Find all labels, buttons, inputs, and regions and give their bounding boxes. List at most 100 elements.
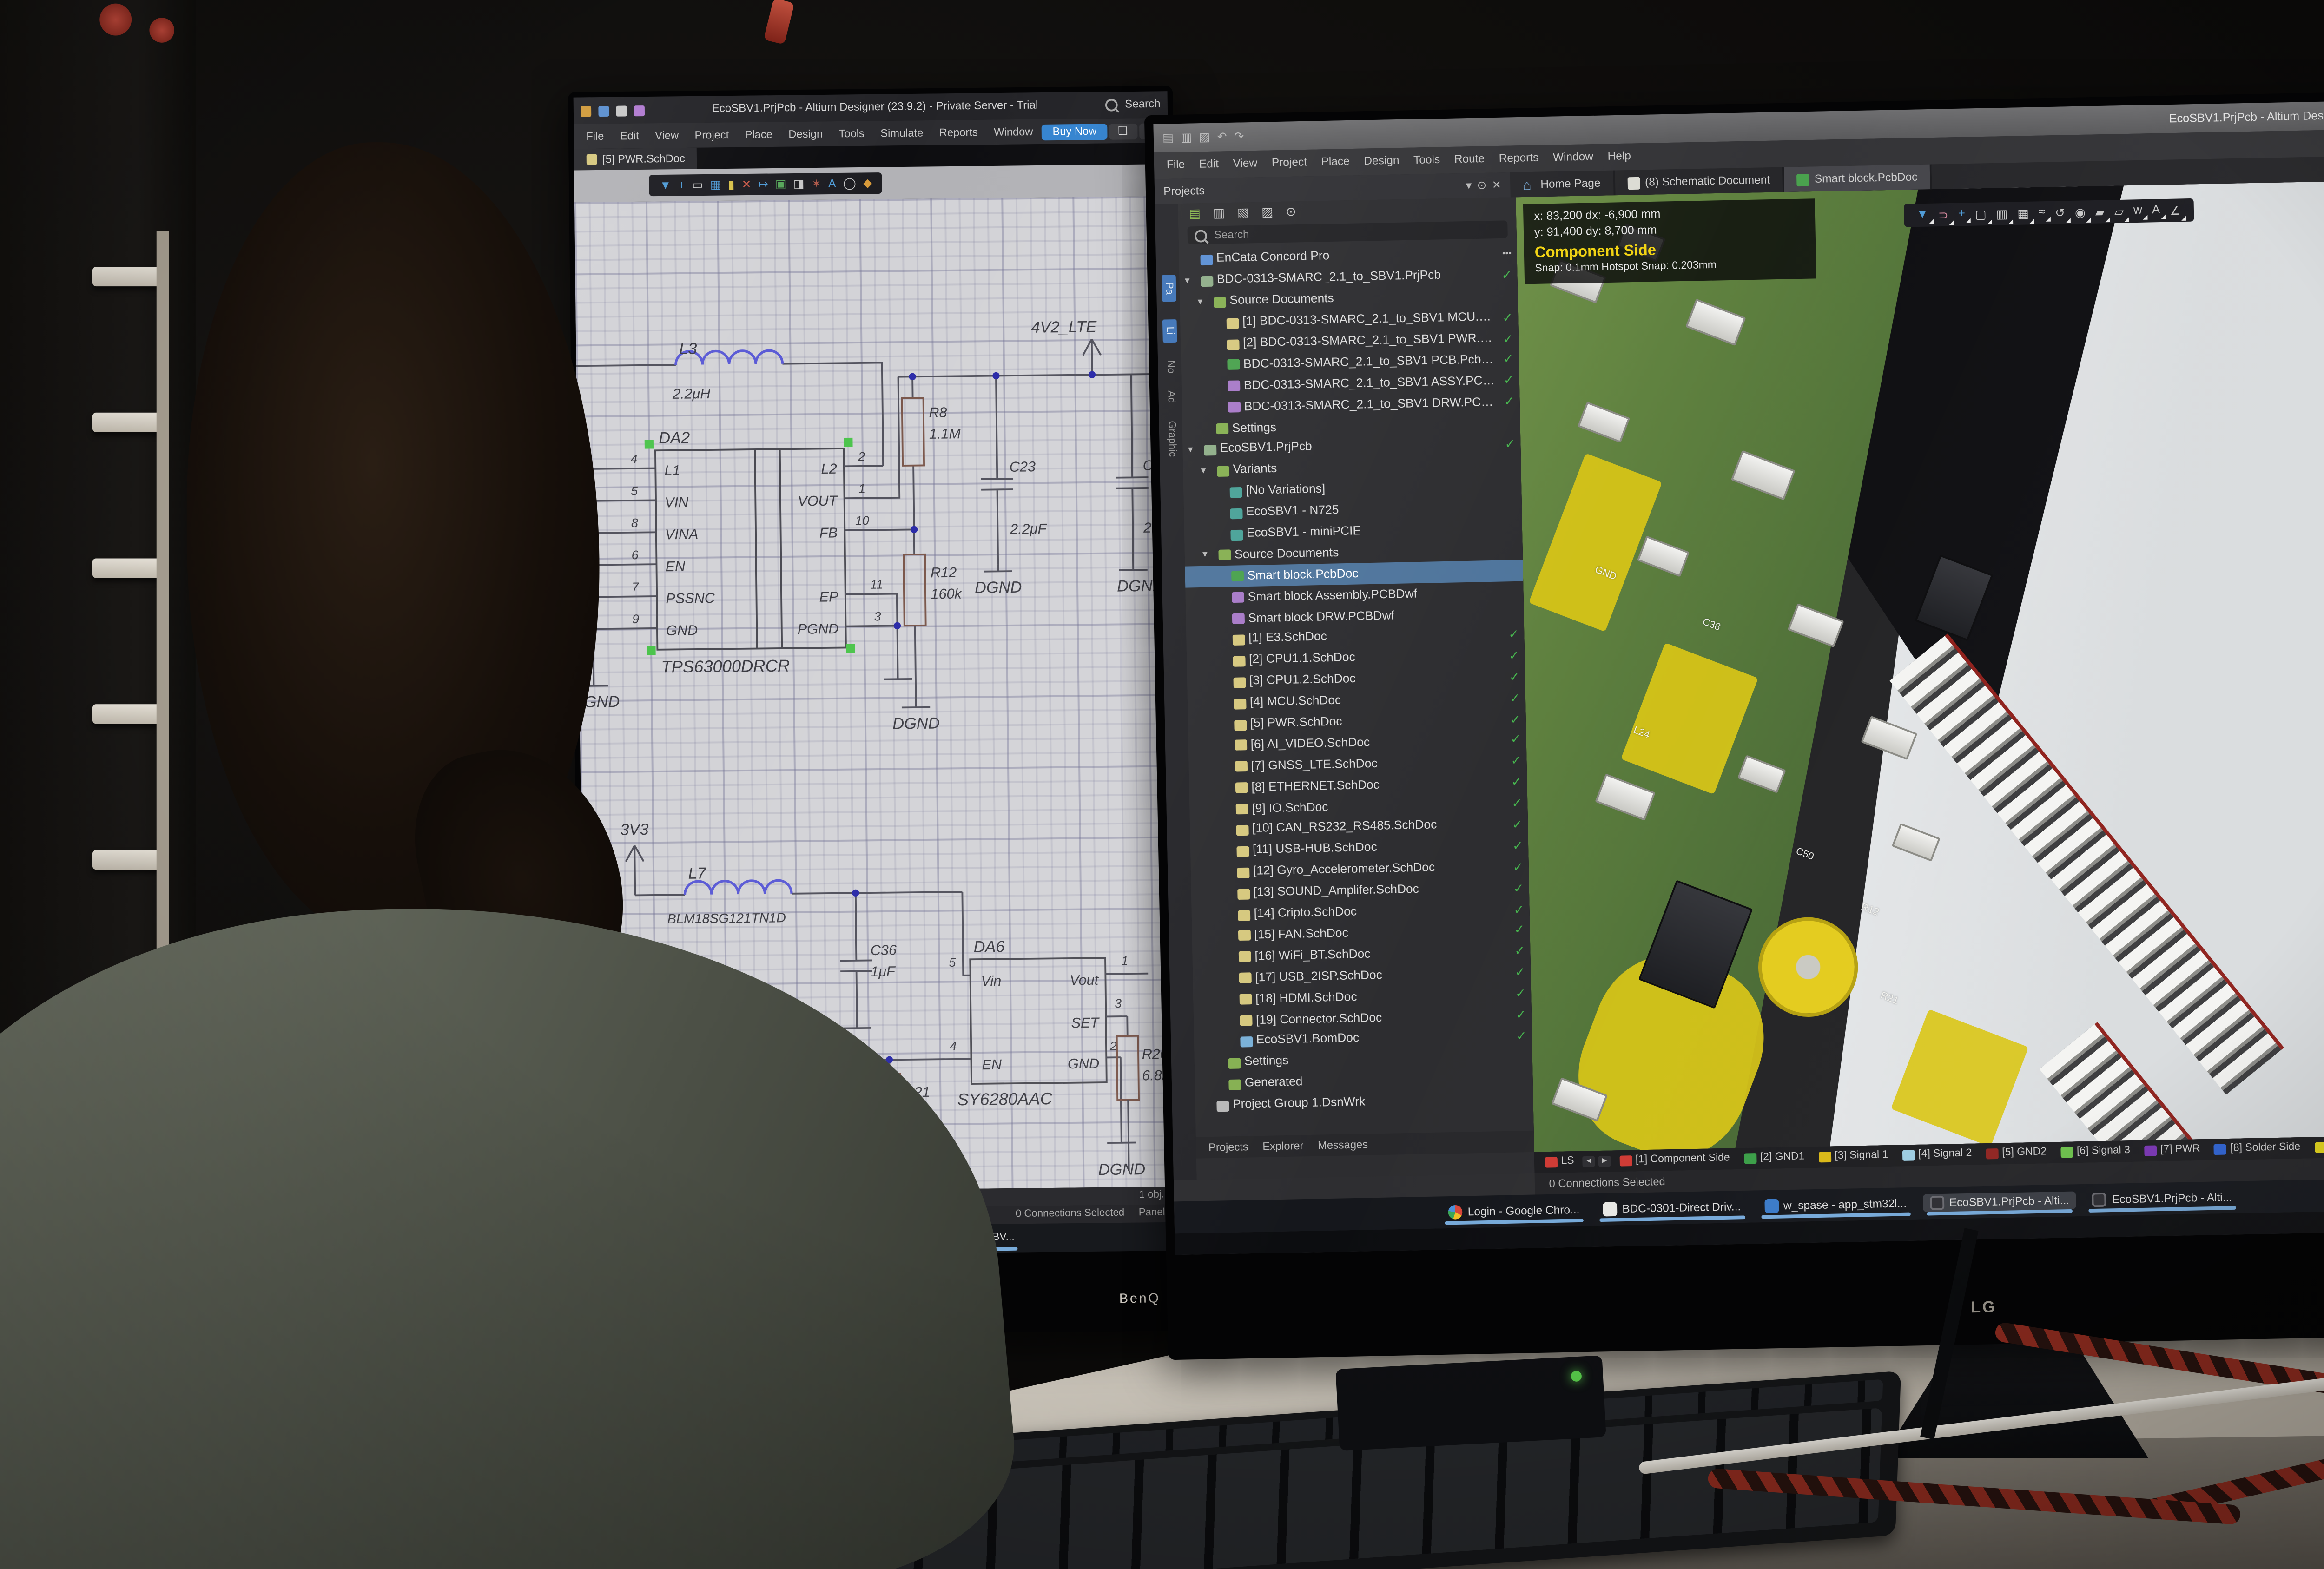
panel-tab[interactable]: Messages [1312, 1138, 1373, 1152]
expand-arrow-icon[interactable] [1185, 276, 1195, 287]
scroll-left-icon[interactable]: ◂ [1583, 1156, 1595, 1167]
tool-icon[interactable]: ▼ [1916, 209, 1928, 221]
menu-item[interactable]: Simulate [873, 126, 931, 139]
projects-tool-icon[interactable]: ▤ [1188, 207, 1201, 221]
tool-icon[interactable]: ▣ [775, 177, 786, 191]
scroll-right-icon[interactable]: ▸ [1598, 1156, 1611, 1167]
open-icon[interactable]: ▨ [1199, 130, 1210, 145]
menu-item[interactable]: Reports [932, 126, 985, 139]
tool-icon[interactable]: ◆ [863, 176, 872, 191]
tool-icon[interactable]: ◉ [2075, 205, 2086, 219]
tool-icon[interactable]: ⊃ [1938, 208, 1948, 222]
tool-icon[interactable]: ▥ [1996, 206, 2007, 221]
menu-item[interactable]: Place [1314, 156, 1357, 169]
menu-item[interactable]: Project [687, 129, 736, 142]
dock-tab[interactable]: Ad [1165, 390, 1175, 403]
menu-item[interactable]: View [1226, 158, 1265, 171]
menu-item[interactable]: Tools [1406, 154, 1447, 167]
taskbar-item[interactable]: BDC-0301-Direct Driv... [1595, 1198, 1748, 1219]
pcb-3d-viewport[interactable]: C50 R12 R21 L24 C38 GND ▼⊃+▢▥▦≈↺◉▰▱wA∠ x… [1516, 181, 2324, 1152]
menu-item[interactable]: Window [1545, 151, 1600, 165]
tool-icon[interactable]: ▢ [1975, 207, 1987, 221]
menu-item[interactable]: Design [1357, 155, 1406, 168]
tool-icon[interactable]: ▱ [2114, 204, 2124, 218]
save-icon[interactable]: ▥ [1181, 131, 1192, 145]
layer-tab[interactable]: [3] Signal 1 [1813, 1150, 1894, 1162]
menu-item[interactable]: Project [1264, 157, 1314, 170]
search-icon[interactable] [1105, 99, 1118, 112]
taskbar-item[interactable]: EcoSBV1.PrjPcb - Alti... [2085, 1188, 2239, 1209]
projects-tool-icon[interactable]: ▧ [1237, 206, 1249, 220]
tool-icon[interactable]: ◨ [793, 177, 805, 191]
layer-tab[interactable]: [8] Solder Side [2209, 1142, 2305, 1155]
tool-icon[interactable]: ▮ [728, 178, 735, 192]
layer-tab[interactable]: [1] Component Side [1614, 1154, 1736, 1167]
expand-arrow-icon[interactable] [1202, 551, 1213, 561]
expand-arrow-icon[interactable] [1198, 297, 1208, 308]
tool-icon[interactable]: w [2133, 204, 2142, 217]
panel-tab[interactable]: Explorer [1257, 1140, 1309, 1153]
layer-tab[interactable]: [2] GND1 [1739, 1152, 1810, 1164]
open-icon[interactable] [616, 105, 627, 116]
taskbar-item[interactable]: w_spase - app_stm32l... [1756, 1194, 1914, 1215]
projects-tool-icon[interactable]: ▥ [1213, 206, 1225, 221]
document-tab[interactable]: [5] PWR.SchDoc [574, 148, 698, 171]
redo-icon[interactable]: ↷ [1234, 130, 1244, 144]
menu-item[interactable]: Edit [1192, 158, 1226, 171]
expand-arrow-icon[interactable] [1201, 466, 1211, 477]
undo-icon[interactable]: ↶ [1217, 130, 1227, 144]
layer-tab[interactable]: [6] Signal 3 [2055, 1146, 2136, 1158]
comment-button[interactable]: ❏ [1109, 123, 1137, 139]
dock-tab[interactable]: No [1164, 360, 1175, 373]
projects-search-input[interactable]: Search [1187, 220, 1507, 244]
tool-icon[interactable]: ▦ [710, 178, 721, 192]
tool-icon[interactable]: + [678, 179, 685, 191]
layer-tab[interactable]: [7] PWR [2139, 1144, 2205, 1156]
save-icon[interactable] [598, 105, 609, 116]
menu-item[interactable]: Help [1600, 151, 1638, 164]
taskbar-item[interactable]: EcoSBV1.PrjPcb - Alti... [1922, 1191, 2077, 1212]
menu-item[interactable]: Place [738, 128, 779, 141]
pin-icon[interactable]: ⊙ [1477, 178, 1486, 192]
layer-set-tab[interactable]: LS [1539, 1156, 1579, 1168]
menu-item[interactable]: View [648, 129, 686, 142]
menu-item[interactable]: Window [987, 125, 1040, 138]
tool-icon[interactable]: ▰ [2095, 204, 2105, 219]
tool-icon[interactable]: ✕ [742, 178, 752, 192]
layer-tab[interactable]: [4] Signal 2 [1897, 1149, 1977, 1161]
tool-icon[interactable]: ▼ [660, 179, 671, 191]
search-label[interactable]: Search [1125, 99, 1161, 112]
dock-tab[interactable]: Graphic [1165, 421, 1176, 457]
tool-icon[interactable]: ▭ [692, 178, 703, 192]
projects-tool-icon[interactable]: ⊙ [1286, 205, 1296, 219]
tool-icon[interactable]: A [2152, 204, 2160, 217]
panel-tab[interactable]: Projects [1203, 1140, 1254, 1154]
document-tab[interactable]: Home Page [1510, 171, 1615, 198]
projects-tool-icon[interactable]: ▨ [1261, 205, 1274, 220]
layer-tab[interactable]: [5] GND2 [1981, 1147, 2052, 1160]
tool-icon[interactable]: ↺ [2055, 205, 2065, 220]
tool-icon[interactable]: ✶ [812, 177, 821, 191]
tool-icon[interactable]: ◯ [843, 176, 856, 191]
expand-arrow-icon[interactable] [1188, 445, 1199, 456]
dock-tab[interactable]: Li [1162, 319, 1176, 342]
menu-item[interactable]: File [1159, 159, 1192, 172]
close-icon[interactable]: ✕ [1492, 178, 1501, 192]
tool-icon[interactable]: ≈ [2039, 206, 2046, 219]
buy-now-button[interactable]: Buy Now [1042, 123, 1107, 140]
menu-item[interactable]: Tools [832, 127, 872, 140]
dropdown-icon[interactable]: ▾ [1466, 178, 1472, 193]
tool-icon[interactable]: ∠ [2170, 203, 2181, 218]
layer-tab[interactable]: Top Overlay [2309, 1141, 2324, 1153]
menu-item[interactable]: Reports [1492, 152, 1546, 165]
taskbar-item[interactable]: Login - Google Chro... [1441, 1201, 1587, 1221]
document-tab[interactable]: (8) Schematic Document [1615, 167, 1785, 196]
tool-icon[interactable]: ▦ [2017, 206, 2029, 220]
menu-item[interactable]: Route [1447, 153, 1492, 167]
undo-icon[interactable] [634, 105, 645, 115]
tool-icon[interactable]: A [828, 178, 836, 190]
menu-item[interactable]: Design [781, 128, 830, 141]
menu-item[interactable]: File [579, 130, 611, 143]
dock-tab[interactable]: Pa [1161, 275, 1175, 302]
tool-icon[interactable]: + [1958, 208, 1966, 221]
